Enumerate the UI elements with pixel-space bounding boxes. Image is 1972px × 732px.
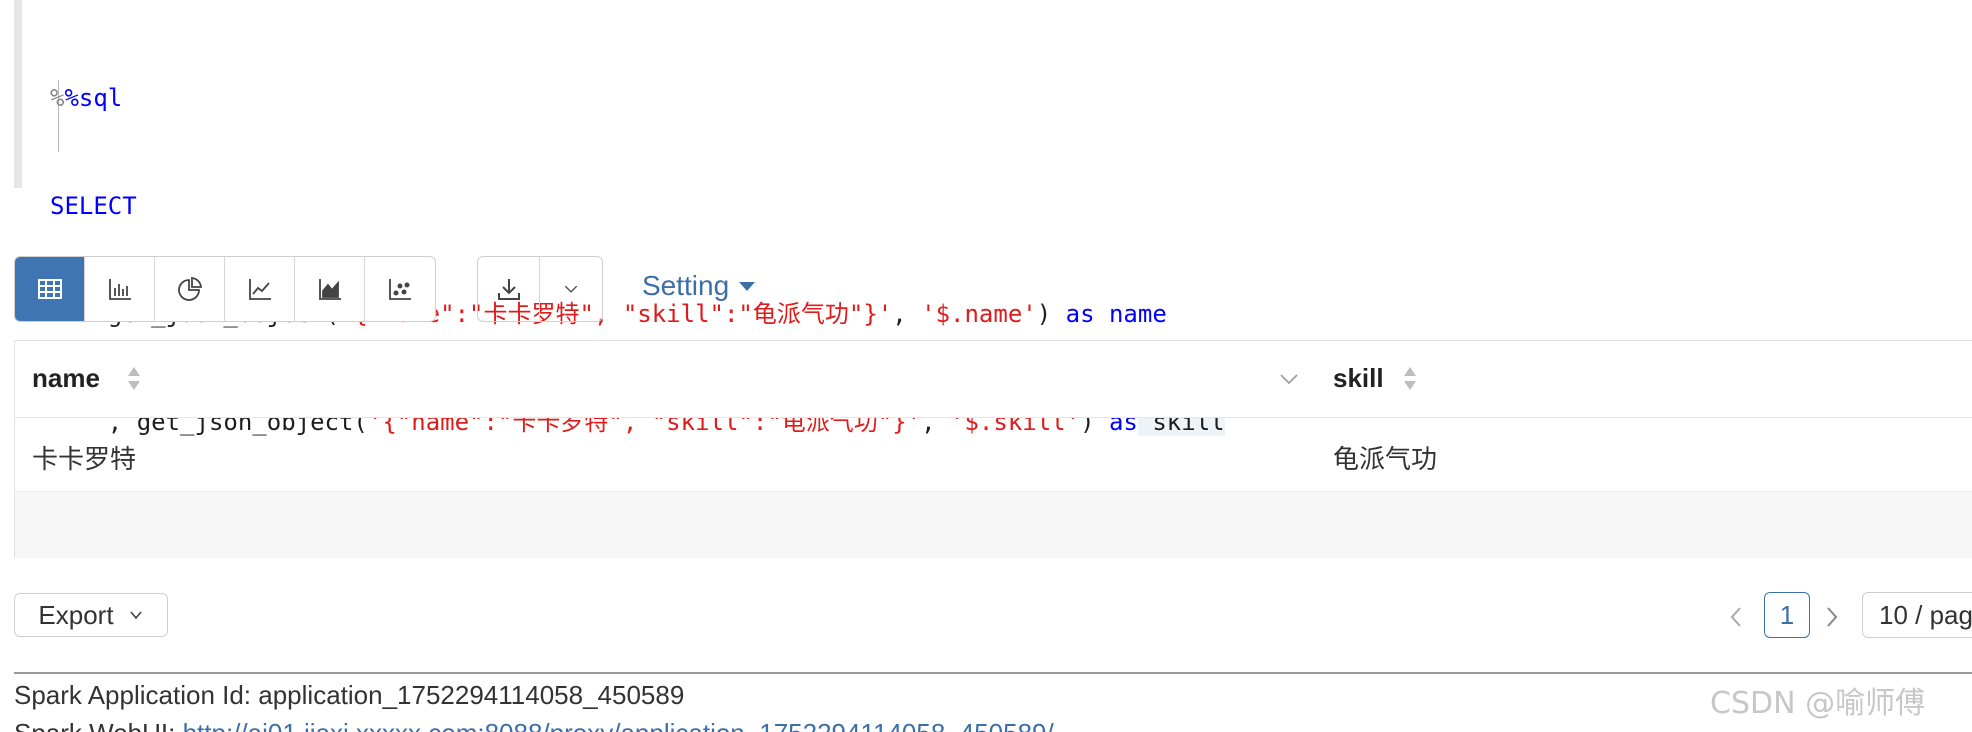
caret-down-icon [739,281,756,291]
column-alias: name [1094,300,1167,328]
column-header-name[interactable]: name [32,363,100,394]
cell-name: 卡卡罗特 [32,445,137,475]
download-button[interactable] [478,257,540,321]
comma: , [892,300,922,328]
chevron-down-icon [129,611,142,620]
magic-command: %sql [64,84,123,112]
line-chart-icon [248,279,271,300]
scatter-chart-button[interactable] [365,257,435,321]
divider [14,672,1972,674]
sort-icon[interactable] [128,367,140,393]
as-keyword: as [1065,300,1095,328]
export-button[interactable]: Export [14,593,168,637]
webui-prefix: Spark WebUI: [14,718,183,732]
next-page-icon[interactable] [1822,604,1842,630]
json-path-literal: '$.name' [921,300,1037,328]
export-label: Export [38,599,114,630]
column-menu-icon[interactable] [1277,367,1301,391]
bar-chart-icon [108,279,131,300]
spark-application-id: Spark Application Id: application_175229… [14,680,685,710]
page-number-button[interactable]: 1 [1764,592,1810,638]
visualization-switcher [14,256,436,322]
table-row: 卡卡罗特 龟派气功 [15,417,1972,492]
webui-link[interactable]: http://ai01.jiaxi.xxxxx.com:8088/proxy/a… [183,718,1054,732]
download-options-button[interactable] [540,257,602,321]
column-header-skill[interactable]: skill [1333,363,1384,394]
table-header: name skill [15,341,1972,418]
pie-chart-button[interactable] [155,257,225,321]
download-icon [497,279,520,300]
previous-page-icon[interactable] [1726,604,1746,630]
code-editor[interactable]: %%sql SELECT get_json_object('{"name":"卡… [14,0,1972,436]
table-view-button[interactable] [15,257,85,321]
scatter-chart-icon [389,279,411,300]
select-keyword: SELECT [50,192,137,220]
page-size-select[interactable]: 10 / page [1862,592,1972,638]
chevron-down-icon [564,285,578,293]
code-line-1: %%sql [50,84,123,112]
setting-dropdown[interactable]: Setting [642,270,756,302]
empty-row [15,492,1972,558]
sort-icon[interactable] [1404,367,1416,393]
cell-skill: 龟派气功 [1333,445,1438,475]
close-paren: ) [1036,300,1066,328]
watermark: CSDN @喻师傅 [1710,686,1926,721]
pie-chart-icon [177,277,202,301]
bar-chart-button[interactable] [85,257,155,321]
download-group [477,256,603,322]
setting-label: Setting [642,270,730,301]
code-line-2: SELECT [50,188,1225,224]
area-chart-icon [318,279,341,300]
spark-webui-line: Spark WebUI: http://ai01.jiaxi.xxxxx.com… [14,718,1054,732]
table-icon [37,279,62,299]
area-chart-button[interactable] [295,257,365,321]
result-table: name skill 卡卡罗特 龟派气功 [14,340,1972,558]
line-chart-button[interactable] [225,257,295,321]
